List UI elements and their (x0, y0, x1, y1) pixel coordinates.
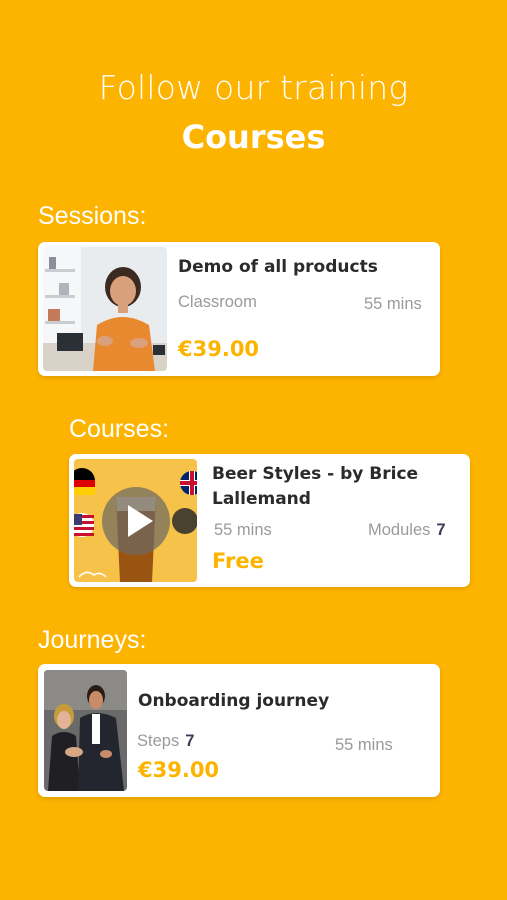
journey-card[interactable]: Onboarding journey Steps 7 55 mins €39.00 (38, 664, 440, 797)
course-modules-label: Modules (368, 521, 431, 539)
course-modules-count: 7 (436, 521, 446, 539)
session-duration: 55 mins (364, 295, 422, 313)
hero-title: Follow our training (98, 68, 409, 107)
course-price: Free (212, 549, 264, 573)
beer-styles-image (74, 459, 197, 582)
session-thumbnail (43, 247, 167, 371)
course-duration: 55 mins (214, 521, 272, 539)
woman-at-desk-image (43, 247, 167, 371)
journey-title: Onboarding journey (138, 691, 330, 711)
course-thumbnail (74, 459, 197, 582)
business-people-image (44, 670, 127, 791)
journey-steps-label: Steps (137, 732, 180, 750)
journey-duration: 55 mins (335, 736, 393, 754)
course-modules: Modules 7 (368, 521, 446, 540)
courses-heading: Courses: (69, 415, 170, 443)
session-card[interactable]: Demo of all products Classroom 55 mins €… (38, 242, 440, 376)
journey-thumbnail (44, 670, 127, 791)
training-page: Follow our training Courses Sessions: De… (0, 0, 507, 900)
journeys-heading: Journeys: (38, 626, 147, 654)
session-title: Demo of all products (178, 257, 378, 277)
course-card[interactable]: Beer Styles - by Brice Lallemand 55 mins… (69, 454, 470, 587)
session-type: Classroom (178, 293, 257, 311)
journey-price: €39.00 (138, 758, 220, 782)
journey-steps: Steps 7 (137, 732, 194, 751)
course-title: Beer Styles - by Brice Lallemand (212, 464, 419, 509)
hero-subtitle: Courses (181, 118, 326, 156)
sessions-heading: Sessions: (38, 202, 147, 230)
journey-steps-count: 7 (185, 732, 195, 750)
session-price: €39.00 (178, 337, 260, 361)
